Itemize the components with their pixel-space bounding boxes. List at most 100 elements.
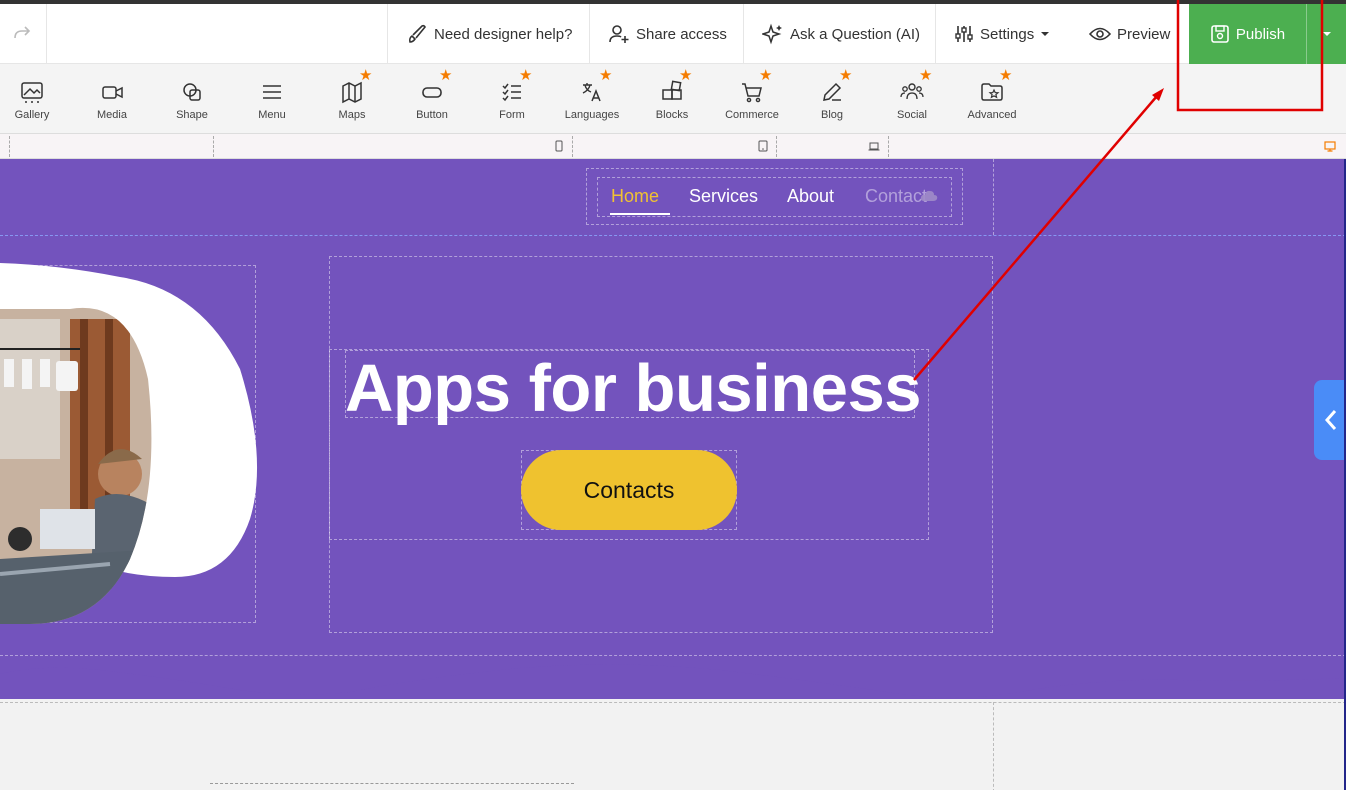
ruler-guide [888,136,889,157]
preview-button[interactable]: Preview [1071,4,1188,64]
brush-icon [408,24,426,43]
tool-maps[interactable]: ★ Maps [312,64,392,134]
ruler-guide [213,136,214,157]
ask-question-label: Ask a Question (AI) [790,25,921,43]
tool-blocks[interactable]: ★ Blocks [632,64,712,134]
form-icon: ★ [499,68,532,105]
column-guide [993,159,994,235]
ruler-guide [776,136,777,157]
tool-label: Media [97,109,127,121]
tool-shape[interactable]: Shape [152,64,232,134]
redo-icon [14,26,31,39]
tool-social[interactable]: ★ Social [872,64,952,134]
folder-star-icon: ★ [979,68,1012,105]
button-icon: ★ [419,68,452,105]
video-icon [99,79,125,105]
tool-label: Commerce [725,109,779,121]
premium-star-icon: ★ [519,67,533,84]
editor-topbar: Need designer help? Share access Ask a Q… [0,4,1346,64]
tool-label: Button [416,109,448,121]
section-guide [0,702,1344,703]
phone-breakpoint-icon[interactable] [553,140,565,152]
ruler-guide [9,136,10,157]
premium-star-icon: ★ [839,67,853,84]
tool-button[interactable]: ★ Button [392,64,472,134]
save-icon [1211,25,1229,43]
tool-form[interactable]: ★ Form [472,64,552,134]
eye-icon [1089,27,1111,41]
premium-star-icon: ★ [679,67,693,84]
tool-label: Shape [176,109,208,121]
section-bottom-guide [0,655,1344,656]
nav-contact-link[interactable]: Contact [865,186,927,207]
people-icon: ★ [899,68,932,105]
hero-photo [0,263,258,625]
sparkle-icon [762,23,782,45]
hero-headline[interactable]: Apps for business [345,350,921,427]
edit-icon: ★ [819,68,852,105]
publish-button[interactable]: Publish [1189,4,1306,64]
hero-section[interactable]: Home Services About Contact Apps for bus… [0,159,1344,699]
premium-star-icon: ★ [359,67,373,84]
section-guide [0,235,1344,236]
share-access-button[interactable]: Share access [589,4,745,64]
laptop-breakpoint-icon[interactable] [868,140,880,152]
publish-options-button[interactable] [1306,4,1346,64]
premium-star-icon: ★ [919,67,933,84]
nav-home-link[interactable]: Home [611,186,659,207]
nav-active-underline [610,213,670,215]
redo-button[interactable] [0,4,47,64]
cart-icon: ★ [739,68,772,105]
tool-media[interactable]: Media [72,64,152,134]
tool-label: Maps [338,109,366,121]
tool-label: Advanced [967,109,1017,121]
tool-label: Gallery [14,109,50,121]
chevron-left-icon [1324,410,1337,430]
gallery-icon [19,79,45,105]
page-canvas: Home Services About Contact Apps for bus… [0,159,1346,790]
tool-blog[interactable]: ★ Blog [792,64,872,134]
blocks-icon: ★ [659,68,692,105]
contacts-button[interactable]: Contacts [521,450,737,530]
premium-star-icon: ★ [759,67,773,84]
tool-label: Blog [820,109,844,121]
editor-window: Need designer help? Share access Ask a Q… [0,0,1346,790]
ask-question-button[interactable]: Ask a Question (AI) [743,4,938,64]
caret-down-icon [1041,32,1050,36]
publish-group: Publish [1189,4,1346,64]
publish-label: Publish [1235,25,1286,43]
share-access-label: Share access [636,25,727,43]
tool-menu[interactable]: Menu [232,64,312,134]
tool-languages[interactable]: ★ Languages [552,64,632,134]
tablet-breakpoint-icon[interactable] [757,140,769,152]
tool-label: Blocks [655,109,689,121]
tool-label: Languages [564,109,620,121]
block-outline-top [210,783,574,784]
settings-label: Settings [980,25,1035,43]
desktop-breakpoint-icon[interactable] [1324,140,1336,152]
tool-commerce[interactable]: ★ Commerce [712,64,792,134]
settings-button[interactable]: Settings [935,4,1068,64]
menu-icon [259,79,285,105]
caret-down-icon [1322,32,1331,36]
sliders-icon [955,26,973,42]
tool-label: Social [897,109,927,121]
tool-label: Menu [258,109,286,121]
nav-about-link[interactable]: About [787,186,834,207]
cloud-icon [920,190,938,201]
tool-gallery[interactable]: Gallery [0,64,72,134]
nav-services-link[interactable]: Services [689,186,758,207]
translate-icon: ★ [579,68,612,105]
designer-help-button[interactable]: Need designer help? [387,4,590,64]
add-user-icon [609,25,629,43]
premium-star-icon: ★ [599,67,613,84]
preview-label: Preview [1117,25,1171,43]
wave-divider [0,654,1344,698]
hero-image-blob[interactable] [0,259,260,634]
tool-label: Form [499,109,525,121]
side-panel-toggle[interactable] [1314,380,1344,460]
column-guide [993,702,994,790]
tool-advanced[interactable]: ★ Advanced [952,64,1032,134]
elements-toolbar: Gallery Media Shape Menu ★ Maps ★ Button ★ Form ★ L… [0,64,1346,134]
premium-star-icon: ★ [439,67,453,84]
